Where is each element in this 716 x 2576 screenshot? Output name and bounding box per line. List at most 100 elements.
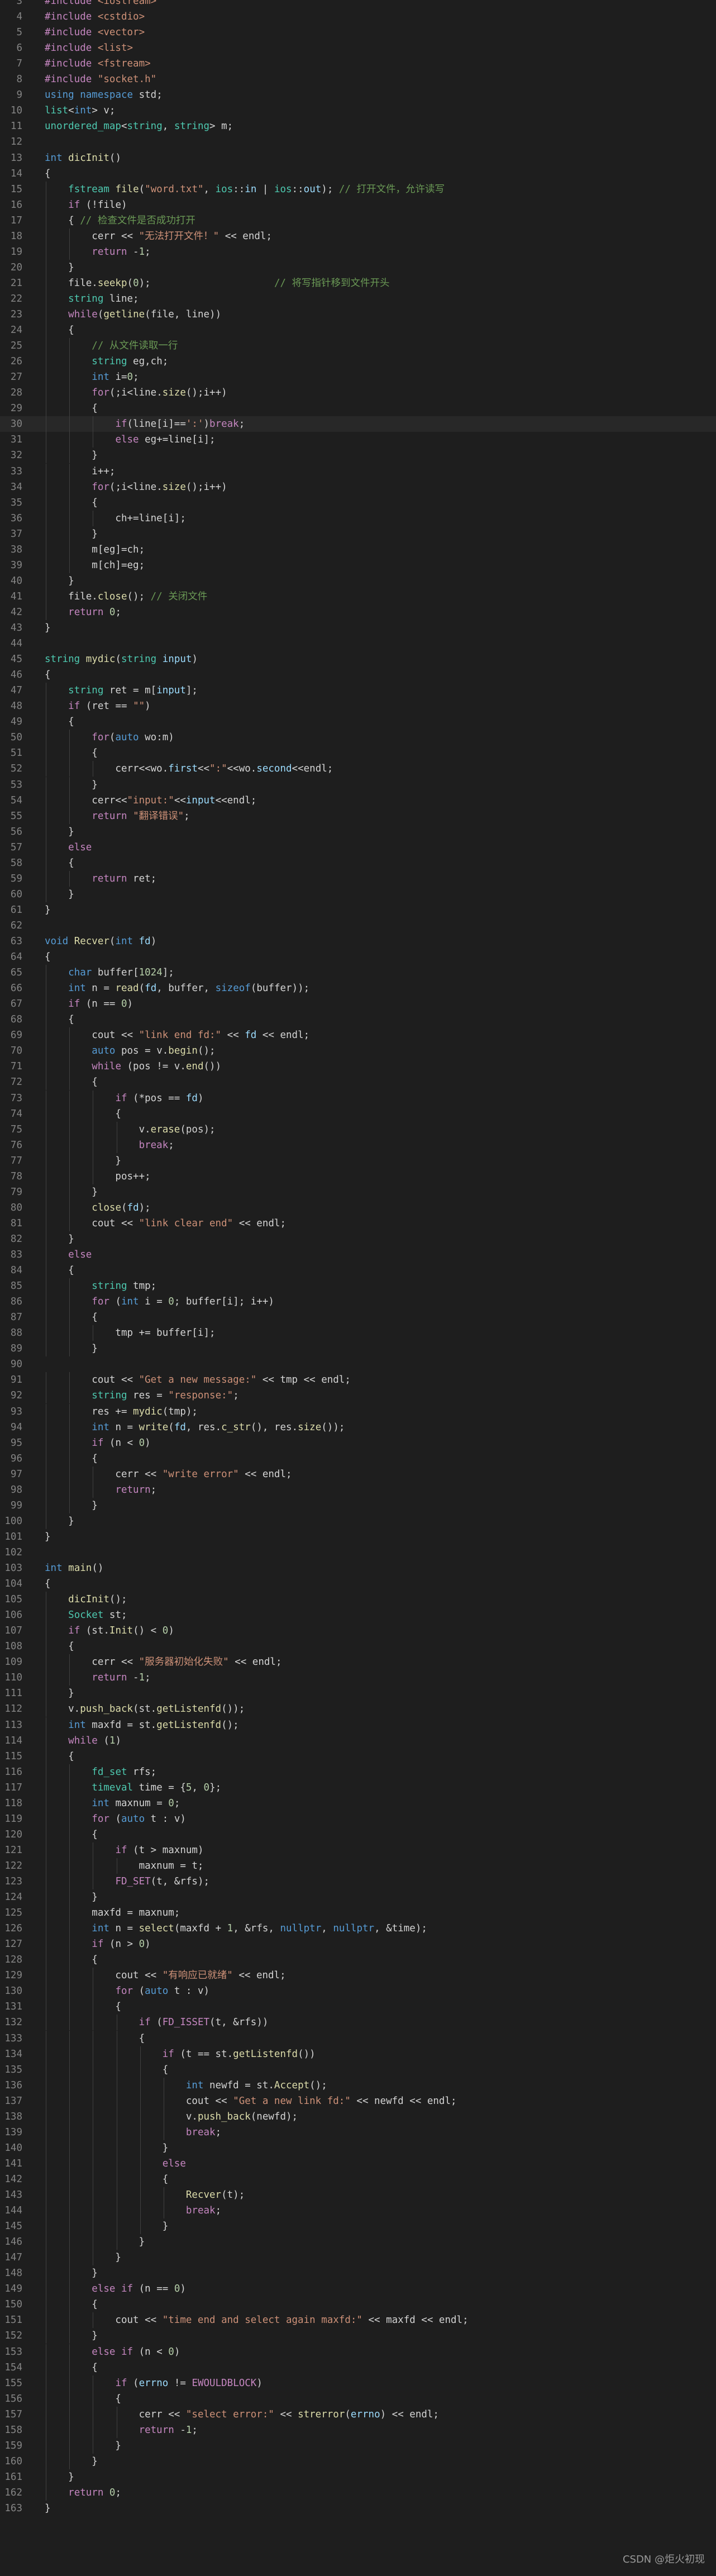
code-line[interactable]: 56 }	[0, 824, 716, 840]
code-line[interactable]: 124 }	[0, 1889, 716, 1905]
code-line[interactable]: 26 string eg,ch;	[0, 354, 716, 369]
code-line[interactable]: 159 }	[0, 2438, 716, 2454]
code-line[interactable]: 44	[0, 636, 716, 651]
code-line[interactable]: 113 int maxfd = st.getListenfd();	[0, 1717, 716, 1733]
code-line[interactable]: 134 if (t == st.getListenfd())	[0, 2046, 716, 2062]
code-line[interactable]: 110 return -1;	[0, 1670, 716, 1685]
code-line[interactable]: 141 else	[0, 2156, 716, 2172]
code-line[interactable]: 66 int n = read(fd, buffer, sizeof(buffe…	[0, 980, 716, 996]
code-line[interactable]: 3 #include <iostream>	[0, 0, 716, 9]
code-line[interactable]: 83 else	[0, 1247, 716, 1263]
code-line[interactable]: 125 maxfd = maxnum;	[0, 1905, 716, 1921]
code-line[interactable]: 152 }	[0, 2328, 716, 2344]
code-line[interactable]: 94 int n = write(fd, res.c_str(), res.si…	[0, 1420, 716, 1435]
code-line[interactable]: 21 file.seekp(0); // 将写指针移到文件开头	[0, 275, 716, 291]
code-line[interactable]: 15 fstream file("word.txt", ios::in | io…	[0, 182, 716, 197]
code-line[interactable]: 63 void Recver(int fd)	[0, 934, 716, 949]
code-line[interactable]: 103 int main()	[0, 1560, 716, 1576]
code-line[interactable]: 133 {	[0, 2031, 716, 2046]
code-line[interactable]: 65 char buffer[1024];	[0, 965, 716, 980]
code-line[interactable]: 24 {	[0, 322, 716, 338]
code-line[interactable]: 98 return;	[0, 1482, 716, 1498]
code-line[interactable]: 60 }	[0, 887, 716, 902]
code-line[interactable]: 131 {	[0, 1999, 716, 2015]
code-line[interactable]: 163}	[0, 2501, 716, 2516]
code-line[interactable]: 135 {	[0, 2062, 716, 2078]
code-line[interactable]: 37 }	[0, 526, 716, 542]
code-line[interactable]: 80 close(fd);	[0, 1200, 716, 1216]
code-line[interactable]: 82 }	[0, 1231, 716, 1247]
code-line[interactable]: 91 cout << "Get a new message:" << tmp <…	[0, 1372, 716, 1388]
code-line[interactable]: 95 if (n < 0)	[0, 1435, 716, 1451]
code-line[interactable]: 36 ch+=line[i];	[0, 511, 716, 526]
code-line[interactable]: 62	[0, 918, 716, 934]
code-line[interactable]: 105 dicInit();	[0, 1592, 716, 1607]
code-line[interactable]: 57 else	[0, 840, 716, 855]
code-line[interactable]: 77 }	[0, 1153, 716, 1169]
code-line[interactable]: 81 cout << "link clear end" << endl;	[0, 1216, 716, 1231]
code-line[interactable]: 120 {	[0, 1827, 716, 1842]
code-line[interactable]: 106 Socket st;	[0, 1607, 716, 1623]
code-line[interactable]: 144 break;	[0, 2203, 716, 2218]
code-line[interactable]: 17 { // 检查文件是否成功打开	[0, 213, 716, 228]
code-line[interactable]: 25 // 从文件读取一行	[0, 338, 716, 354]
code-line[interactable]: 74 {	[0, 1106, 716, 1122]
code-line[interactable]: 79 }	[0, 1184, 716, 1200]
code-line[interactable]: 31 else eg+=line[i];	[0, 432, 716, 447]
code-line[interactable]: 100 }	[0, 1513, 716, 1529]
code-line[interactable]: 147 }	[0, 2250, 716, 2265]
code-line[interactable]: 129 cout << "有响应已就绪" << endl;	[0, 1968, 716, 1983]
code-line[interactable]: 111 }	[0, 1685, 716, 1701]
code-line[interactable]: 50 for(auto wo:m)	[0, 730, 716, 745]
code-line[interactable]: 138 v.push_back(newfd);	[0, 2109, 716, 2125]
code-editor[interactable]: 3 #include <iostream> 4 #include <cstdio> 5 #…	[0, 0, 716, 2576]
code-line[interactable]: 117 timeval time = {5, 0};	[0, 1780, 716, 1796]
code-line[interactable]: 59 return ret;	[0, 871, 716, 887]
code-line[interactable]: 140 }	[0, 2140, 716, 2156]
code-line[interactable]: 136 int newfd = st.Accept();	[0, 2078, 716, 2093]
code-line[interactable]: 162 return 0;	[0, 2485, 716, 2501]
code-line[interactable]: 18 cerr << "无法打开文件！" << endl;	[0, 228, 716, 244]
code-line[interactable]: 14 {	[0, 166, 716, 182]
code-line[interactable]: 115 {	[0, 1749, 716, 1764]
code-line[interactable]: 9 using namespace std;	[0, 87, 716, 103]
code-line[interactable]: 109 cerr << "服务器初始化失败" << endl;	[0, 1654, 716, 1670]
code-line[interactable]: 35 {	[0, 495, 716, 511]
code-line[interactable]: 68 {	[0, 1012, 716, 1027]
code-line[interactable]: 118 int maxnum = 0;	[0, 1796, 716, 1811]
code-line[interactable]: 128 {	[0, 1952, 716, 1968]
code-line[interactable]: 157 cerr << "select error:" << strerror(…	[0, 2407, 716, 2422]
code-line[interactable]: 70 auto pos = v.begin();	[0, 1043, 716, 1059]
code-line[interactable]: 41 file.close(); // 关闭文件	[0, 589, 716, 604]
code-line[interactable]: 67 if (n == 0)	[0, 996, 716, 1012]
code-line[interactable]: 78 pos++;	[0, 1169, 716, 1184]
code-line[interactable]: 160 }	[0, 2454, 716, 2469]
code-line[interactable]: 127 if (n > 0)	[0, 1936, 716, 1952]
code-line[interactable]: 149 else if (n == 0)	[0, 2281, 716, 2297]
code-line[interactable]: 151 cout << "time end and select again m…	[0, 2312, 716, 2328]
code-line[interactable]: 4 #include <cstdio>	[0, 9, 716, 25]
code-line[interactable]: 84 {	[0, 1263, 716, 1278]
code-line[interactable]: 10 list<int> v;	[0, 103, 716, 118]
code-line[interactable]: 122 maxnum = t;	[0, 1858, 716, 1874]
code-line[interactable]: 155 if (errno != EWOULDBLOCK)	[0, 2375, 716, 2391]
code-line[interactable]: 97 cerr << "write error" << endl;	[0, 1466, 716, 1482]
code-line[interactable]: 104 {	[0, 1576, 716, 1592]
code-line[interactable]: 45 string mydic(string input)	[0, 651, 716, 667]
code-line[interactable]: 11 unordered_map<string, string> m;	[0, 118, 716, 134]
code-line[interactable]: 93 res += mydic(tmp);	[0, 1404, 716, 1420]
code-line[interactable]: 107 if (st.Init() < 0)	[0, 1623, 716, 1639]
code-line[interactable]: 102	[0, 1545, 716, 1560]
code-line[interactable]: 16 if (!file)	[0, 197, 716, 213]
code-line[interactable]: 87 {	[0, 1310, 716, 1325]
code-line[interactable]: 114 while (1)	[0, 1733, 716, 1749]
code-line[interactable]: 90	[0, 1356, 716, 1372]
code-line[interactable]: 99 }	[0, 1498, 716, 1513]
code-line[interactable]: 52 cerr<<wo.first<<":"<<wo.second<<endl;	[0, 761, 716, 777]
code-line[interactable]: 86 for (int i = 0; buffer[i]; i++)	[0, 1294, 716, 1310]
code-line[interactable]: 148 }	[0, 2265, 716, 2281]
code-line[interactable]: 142 {	[0, 2172, 716, 2187]
code-line[interactable]: 29 {	[0, 401, 716, 416]
code-line[interactable]: 145 }	[0, 2218, 716, 2234]
code-line[interactable]: 96 {	[0, 1451, 716, 1466]
